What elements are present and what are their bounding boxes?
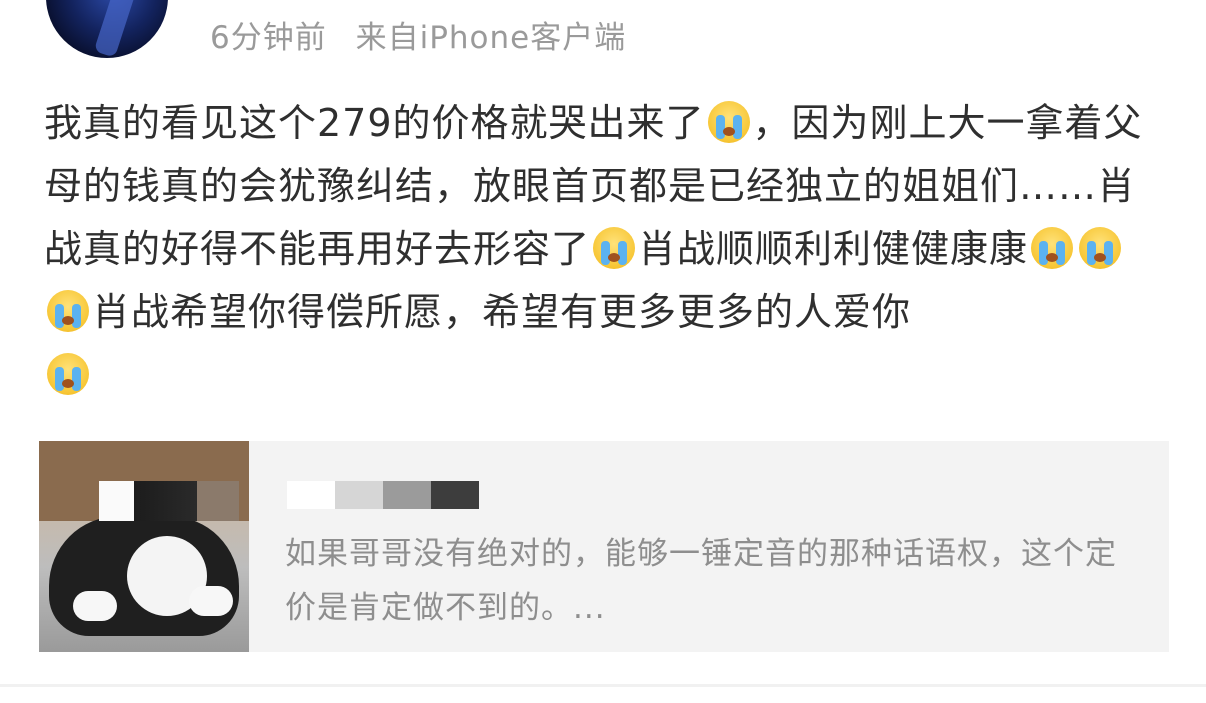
divider [0,684,1206,687]
post-time: 6分钟前 [210,20,327,56]
crying-face-icon [707,101,750,143]
post-meta: 6分钟前 来自iPhone客户端 [210,12,644,57]
card-title-redacted [287,481,479,509]
crying-face-icon [593,227,636,269]
crying-face-icon [47,353,89,395]
shared-post-card[interactable]: 如果哥哥没有绝对的，能够一锤定音的那种话语权，这个定价是肯定做不到的。... [39,441,1169,652]
post-source[interactable]: 来自iPhone客户端 [356,20,627,56]
post-text-3: 肖战顺顺利利健健康康 [638,227,1029,271]
crying-face-icon [47,290,89,332]
avatar[interactable] [46,0,168,58]
card-thumbnail [39,441,249,652]
post-text-4: 肖战希望你得偿所愿，希望有更多更多的人爱你 [92,290,912,334]
crying-face-icon [1079,227,1122,269]
card-excerpt: 如果哥哥没有绝对的，能够一锤定音的那种话语权，这个定价是肯定做不到的。... [285,536,1117,626]
post-text-1: 我真的看见这个279的价格就哭出来了 [44,101,705,145]
crying-face-icon [1031,227,1074,269]
post-body: 我真的看见这个279的价格就哭出来了 ，因为刚上大一拿着父母的钱真的会犹豫纠结，放… [44,92,1169,407]
